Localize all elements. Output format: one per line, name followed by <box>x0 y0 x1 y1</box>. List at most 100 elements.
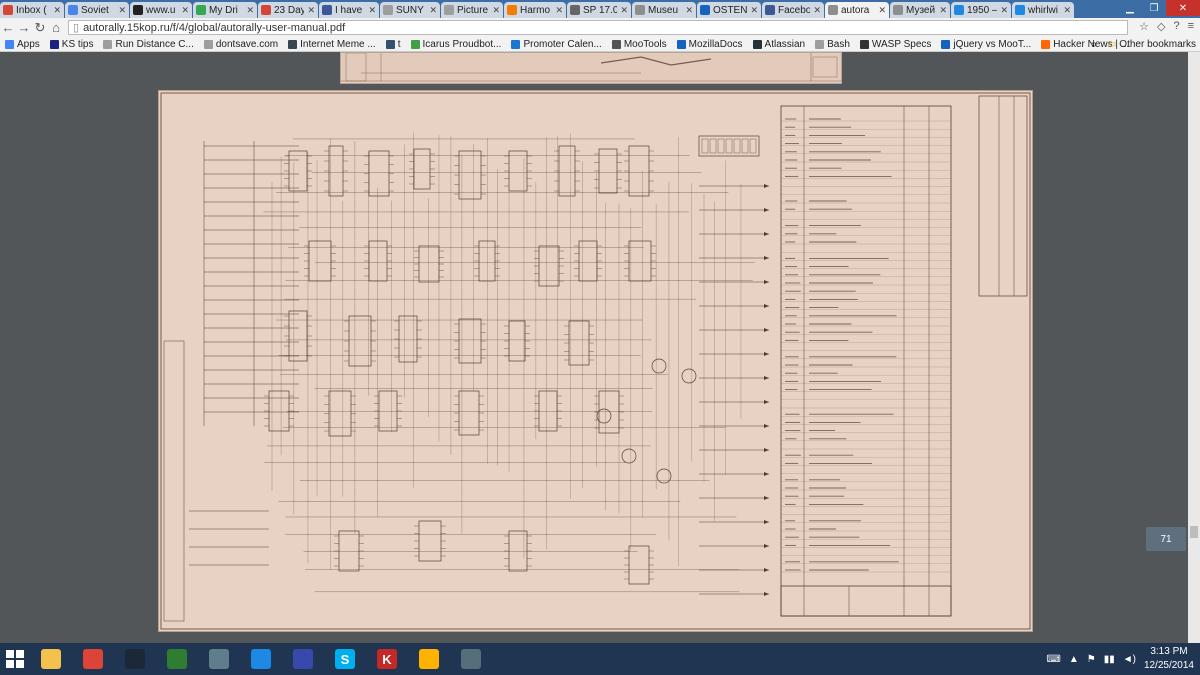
bookmark-9[interactable]: MozillaDocs <box>676 39 743 50</box>
tab-14[interactable]: Музей ✕ <box>890 2 950 18</box>
taskbar-app-skype[interactable]: S <box>329 645 361 673</box>
tab-2[interactable]: www.u ✕ <box>130 2 192 18</box>
tab-label: SUNY <box>396 4 424 16</box>
tab-close-icon[interactable]: ✕ <box>685 5 693 16</box>
bookmark-favicon-icon <box>288 39 298 49</box>
bookmark-3[interactable]: dontsave.com <box>203 39 278 50</box>
address-bar[interactable]: ▯ autorally.15kop.ru/f/4/global/autorall… <box>68 20 1128 35</box>
other-bookmarks[interactable]: Other bookmarks <box>1119 39 1196 50</box>
tray-up-icon[interactable]: ▲ <box>1069 654 1079 665</box>
bookmark-12[interactable]: WASP Specs <box>859 38 932 50</box>
tab-close-icon[interactable]: ✕ <box>939 5 947 16</box>
bookmark-13[interactable]: jQuery vs MooT... <box>941 39 1031 50</box>
taskbar-app-chrome[interactable] <box>77 645 109 673</box>
tab-strip: Inbox (✕ Soviet ✕ www.u ✕ My Dri ✕ 23 Day ✕ I hav… <box>0 0 1200 18</box>
tab-13[interactable]: autora ✕ <box>825 2 889 18</box>
tab-close-icon[interactable]: ✕ <box>429 5 437 16</box>
tab-close-icon[interactable]: ✕ <box>53 5 61 16</box>
tab-close-icon[interactable]: ✕ <box>118 5 126 16</box>
tab-close-icon[interactable]: ✕ <box>307 5 315 16</box>
bookmark-7[interactable]: Promoter Calen... <box>511 38 602 50</box>
tab-close-icon[interactable]: ✕ <box>492 5 500 16</box>
tab-5[interactable]: I have ✕ <box>319 2 379 18</box>
maximize-icon[interactable]: ❐ <box>1142 0 1166 16</box>
bookmark-0[interactable]: Apps <box>5 39 40 50</box>
tab-6[interactable]: SUNY ✕ <box>380 2 440 18</box>
tab-close-icon[interactable]: ✕ <box>181 5 189 16</box>
tab-1[interactable]: Soviet ✕ <box>65 2 129 18</box>
taskbar-app-image-app[interactable] <box>455 645 487 673</box>
taskbar-app-wave-app[interactable] <box>245 645 277 673</box>
tab-close-icon[interactable]: ✕ <box>246 5 254 16</box>
bookmark-4[interactable]: Internet Meme ... <box>288 39 376 50</box>
tab-favicon-icon <box>635 5 645 15</box>
taskbar-app-k-app[interactable]: K <box>371 645 403 673</box>
tab-close-icon[interactable]: ✕ <box>1063 5 1071 16</box>
tab-11[interactable]: OSTEN ✕ <box>697 2 761 18</box>
taskbar-app-circle-app[interactable] <box>413 645 445 673</box>
taskbar-app-file-explorer[interactable] <box>35 645 67 673</box>
tab-15[interactable]: 1950 – ✕ <box>951 2 1011 18</box>
network-icon[interactable]: ▮▮ <box>1104 654 1115 665</box>
tab-7[interactable]: Picture ✕ <box>441 2 503 18</box>
tab-12[interactable]: Facebo ✕ <box>762 2 824 18</box>
windows-logo-icon <box>6 650 24 668</box>
tab-close-icon[interactable]: ✕ <box>813 5 821 16</box>
tab-close-icon[interactable]: ✕ <box>878 5 886 16</box>
bookmark-6[interactable]: Icarus Proudbot... <box>410 39 501 50</box>
scrollbar-thumb[interactable] <box>1190 526 1198 538</box>
tab-close-icon[interactable]: ✕ <box>620 5 628 16</box>
bookmark-11[interactable]: Bash <box>815 39 850 50</box>
tab-9[interactable]: SP 17.06✕ <box>567 2 631 18</box>
bookmark-label: Promoter Calen... <box>523 38 602 50</box>
tab-8[interactable]: Harmo ✕ <box>504 2 566 18</box>
bookmark-10[interactable]: Atlassian <box>752 39 805 50</box>
bookmark-label: WASP Specs <box>871 38 932 50</box>
clock[interactable]: 3:13 PM 12/25/2014 <box>1144 645 1194 673</box>
home-icon[interactable]: ⌂ <box>48 20 64 35</box>
tab-4[interactable]: 23 Day ✕ <box>258 2 318 18</box>
tab-label: 1950 – <box>967 4 998 16</box>
back-icon[interactable]: ← <box>0 20 16 35</box>
bookmark-2[interactable]: Run Distance C... <box>103 39 194 50</box>
taskbar-app-graph-app[interactable] <box>287 645 319 673</box>
volume-icon[interactable]: ◄) <box>1123 654 1136 665</box>
tab-10[interactable]: Museu ✕ <box>632 2 696 18</box>
minimize-icon[interactable]: ▁ <box>1118 0 1142 16</box>
forward-icon[interactable]: → <box>16 20 32 35</box>
start-button[interactable] <box>0 643 30 675</box>
keyboard-icon[interactable]: ⌨ <box>1046 654 1060 665</box>
help-icon[interactable]: ? <box>1173 20 1179 33</box>
clock-date: 12/25/2014 <box>1143 660 1194 671</box>
tab-close-icon[interactable]: ✕ <box>750 5 758 16</box>
tab-label: Museu <box>648 4 679 16</box>
bookmark-8[interactable]: MooTools <box>611 39 667 50</box>
taskbar-app-pencil-app[interactable] <box>203 645 235 673</box>
tab-close-icon[interactable]: ✕ <box>555 5 563 16</box>
bookmark-favicon-icon <box>752 39 762 49</box>
close-window-icon[interactable]: ✕ <box>1166 0 1200 16</box>
reload-icon[interactable]: ↻ <box>32 20 48 36</box>
tab-label: Picture <box>457 4 489 16</box>
vertical-scrollbar[interactable] <box>1188 52 1200 643</box>
bookmark-label: Internet Meme ... <box>300 38 376 50</box>
windows-taskbar: S K ⌨ ▲ ⚑ ▮▮ ◄) 3:13 PM 12/25/2014 <box>0 643 1200 675</box>
tab-3[interactable]: My Dri ✕ <box>193 2 257 18</box>
bookmarks-overflow[interactable]: » <box>1091 39 1097 50</box>
tab-16[interactable]: whirlwi ✕ <box>1012 2 1074 18</box>
tab-favicon-icon <box>322 5 332 15</box>
taskbar-app-steam[interactable] <box>119 645 151 673</box>
tab-close-icon[interactable]: ✕ <box>368 5 376 16</box>
bookmark-star-icon[interactable]: ☆ <box>1139 20 1149 33</box>
menu-icon[interactable]: ≡ <box>1188 20 1194 33</box>
tab-0[interactable]: Inbox (✕ <box>0 2 64 18</box>
extension-icon[interactable]: ◇ <box>1157 20 1165 33</box>
bookmark-1[interactable]: KS tips <box>49 39 93 50</box>
tab-close-icon[interactable]: ✕ <box>1000 5 1008 16</box>
taskbar-app-app-x[interactable] <box>161 645 193 673</box>
bookmark-5[interactable]: t <box>385 39 401 50</box>
flag-icon[interactable]: ⚑ <box>1087 654 1096 665</box>
folder-icon: ▭ <box>1106 38 1117 50</box>
bookmark-favicon-icon <box>676 39 686 49</box>
tab-favicon-icon <box>444 5 454 15</box>
